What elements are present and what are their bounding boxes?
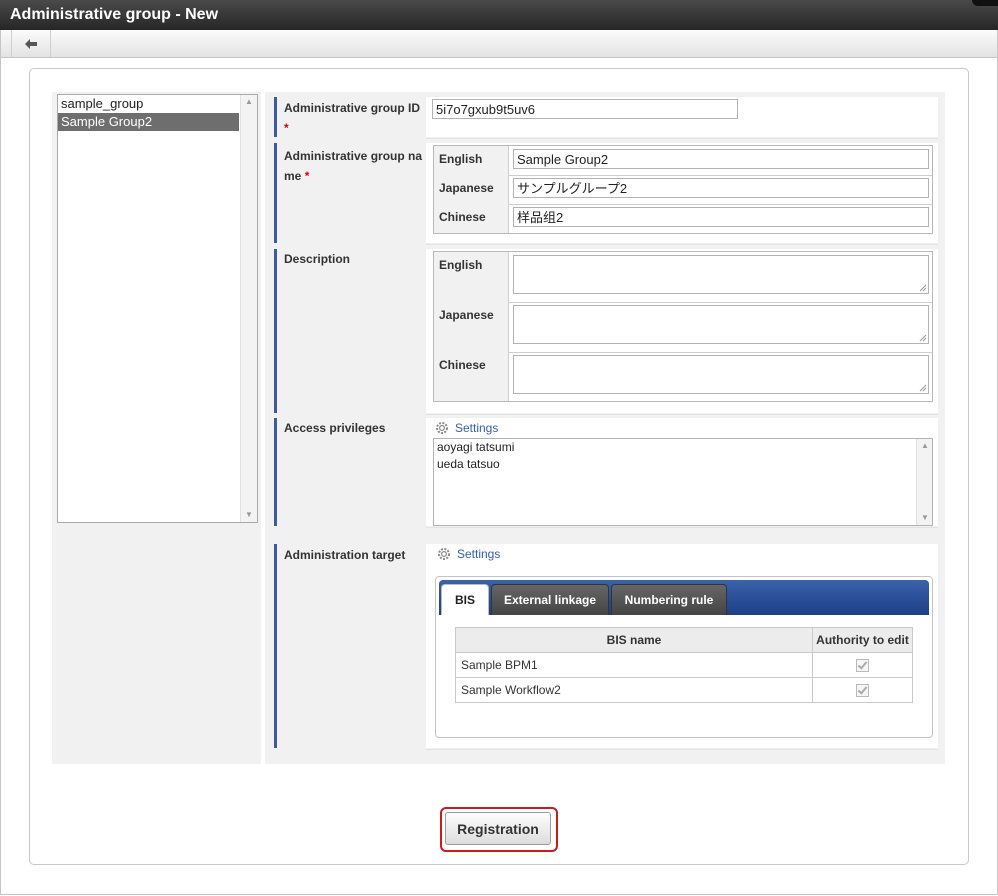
scroll-down-icon[interactable]: ▼ xyxy=(917,511,933,525)
lang-label: Japanese xyxy=(439,308,494,322)
arrow-left-icon xyxy=(25,38,37,49)
tab-bis[interactable]: BIS xyxy=(441,584,489,615)
lang-label: English xyxy=(439,258,483,272)
group-name-label-cell: Administrative group na me * xyxy=(274,143,429,243)
group-list-item-selected[interactable]: Sample Group2 xyxy=(58,113,239,131)
row-divider xyxy=(426,138,938,139)
bis-name-header: BIS name xyxy=(455,627,813,653)
authority-header: Authority to edit xyxy=(812,627,913,653)
lang-row: English xyxy=(434,252,932,303)
lang-label: English xyxy=(439,152,483,166)
window-titlebar: Administrative group - New xyxy=(0,0,998,30)
lang-label-cell: Japanese xyxy=(434,302,509,352)
settings-label[interactable]: Settings xyxy=(455,421,498,435)
access-privileges-label-cell: Access privileges xyxy=(274,418,429,526)
lang-label: Chinese xyxy=(439,358,486,372)
tab-bar: BIS External linkage Numbering rule xyxy=(439,580,929,615)
lang-label: Japanese xyxy=(439,181,494,195)
group-list-item[interactable]: sample_group xyxy=(58,95,239,113)
lang-row: Chinese 样品组2 xyxy=(434,204,932,233)
bis-name-cell: Sample BPM1 xyxy=(455,652,813,678)
group-list-scrollbar[interactable]: ▲ ▼ xyxy=(240,95,257,522)
settings-label[interactable]: Settings xyxy=(457,547,500,561)
description-japanese-textarea[interactable] xyxy=(513,305,929,344)
row-divider xyxy=(426,749,938,750)
admin-target-label-cell: Administration target xyxy=(274,544,429,748)
lang-label-cell: Chinese xyxy=(434,352,509,401)
bis-name-cell: Sample Workflow2 xyxy=(455,677,813,703)
group-id-input[interactable]: 5i7o7gxub9t5uv6 xyxy=(432,99,738,119)
toolbar xyxy=(0,30,998,58)
tab-numbering-rule[interactable]: Numbering rule xyxy=(611,584,727,615)
scroll-up-icon[interactable]: ▲ xyxy=(241,95,257,109)
row-divider xyxy=(426,527,938,528)
group-name-lang-table: English Sample Group2 Japanese サンプルグループ2… xyxy=(433,145,933,234)
member-item: ueda tatsuo xyxy=(437,457,500,471)
table-row: Sample BPM1 xyxy=(455,652,913,678)
scroll-down-icon[interactable]: ▼ xyxy=(241,508,257,522)
tab-external-linkage[interactable]: External linkage xyxy=(491,584,609,615)
group-id-label: Administrative group ID xyxy=(284,101,421,115)
registration-button[interactable]: Registration xyxy=(445,812,551,845)
description-english-textarea[interactable] xyxy=(513,255,929,294)
access-settings-link[interactable]: Settings xyxy=(435,421,498,435)
lang-label-cell: English xyxy=(434,146,509,175)
lang-label-cell: Chinese xyxy=(434,204,509,233)
resize-grip-icon[interactable] xyxy=(919,284,927,292)
bis-table: BIS name Authority to edit Sample BPM1 S… xyxy=(455,627,913,703)
admin-target-label: Administration target xyxy=(284,548,406,562)
group-id-label-cell: Administrative group ID * xyxy=(274,97,429,137)
authority-cell xyxy=(812,652,913,678)
lang-row: Japanese xyxy=(434,302,932,353)
bis-table-header-row: BIS name Authority to edit xyxy=(455,627,913,653)
member-item: aoyagi tatsumi xyxy=(437,440,515,454)
gear-icon xyxy=(438,548,450,560)
lang-row: English Sample Group2 xyxy=(434,146,932,176)
authority-checkbox[interactable] xyxy=(856,684,869,698)
group-name-japanese-input[interactable]: サンプルグループ2 xyxy=(513,178,929,198)
titlebar-corner xyxy=(972,0,998,6)
row-divider xyxy=(426,244,938,245)
lang-label-cell: Japanese xyxy=(434,175,509,204)
window-title: Administrative group - New xyxy=(10,6,219,23)
lang-label-cell: English xyxy=(434,252,509,302)
row-divider xyxy=(426,414,938,415)
authority-checkbox[interactable] xyxy=(856,659,869,673)
resize-grip-icon[interactable] xyxy=(919,334,927,342)
group-list[interactable]: sample_group Sample Group2 ▲ ▼ xyxy=(57,94,258,523)
authority-cell xyxy=(812,677,913,703)
description-label-cell: Description xyxy=(274,249,429,413)
required-mark: * xyxy=(284,121,289,135)
description-label: Description xyxy=(284,252,351,266)
group-name-chinese-input[interactable]: 样品组2 xyxy=(513,207,929,227)
scroll-up-icon[interactable]: ▲ xyxy=(917,439,933,453)
admin-target-settings-link[interactable]: Settings xyxy=(437,547,500,561)
lang-label: Chinese xyxy=(439,210,486,224)
description-chinese-textarea[interactable] xyxy=(513,355,929,394)
lang-row: Japanese サンプルグループ2 xyxy=(434,175,932,205)
back-button[interactable] xyxy=(11,30,51,57)
description-lang-table: English Japanese Chinese xyxy=(433,251,933,402)
required-mark: * xyxy=(304,169,310,183)
access-privileges-label: Access privileges xyxy=(284,421,386,435)
members-scrollbar[interactable]: ▲ ▼ xyxy=(916,439,932,525)
lang-row: Chinese xyxy=(434,352,932,401)
gear-icon xyxy=(436,422,448,434)
table-row: Sample Workflow2 xyxy=(455,677,913,703)
resize-grip-icon[interactable] xyxy=(919,384,927,392)
group-name-english-input[interactable]: Sample Group2 xyxy=(513,149,929,169)
access-members-list[interactable]: aoyagi tatsumi ueda tatsuo ▲ ▼ xyxy=(433,438,933,526)
